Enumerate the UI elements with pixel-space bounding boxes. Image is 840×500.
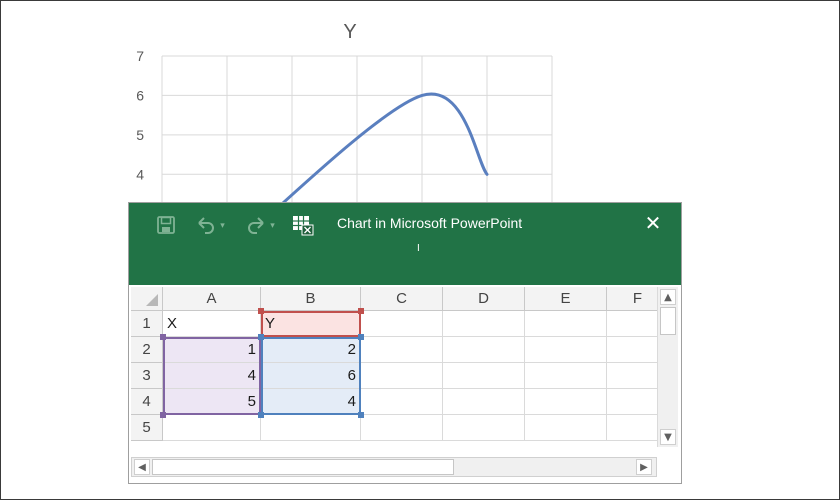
scroll-right-button[interactable]: ▶: [636, 459, 652, 475]
edit-data-in-excel-icon: [293, 216, 314, 236]
row-header-2[interactable]: 2: [131, 337, 163, 363]
y-tick-label: 6: [136, 87, 144, 103]
y-tick-label: 5: [136, 127, 144, 143]
vertical-scrollbar[interactable]: ▲ ▼: [657, 287, 678, 447]
undo-button[interactable]: ▾: [191, 213, 229, 237]
close-button[interactable]: ✕: [641, 211, 665, 235]
spreadsheet-grid[interactable]: ABCDEF1XY2123464545: [131, 287, 669, 447]
horizontal-scroll-thumb[interactable]: [152, 459, 454, 475]
cell-a4[interactable]: 5: [163, 389, 261, 415]
cell-b4[interactable]: 4: [261, 389, 361, 415]
redo-dropdown-icon[interactable]: ▾: [270, 220, 275, 231]
plot-gridlines: [161, 55, 553, 210]
column-header-c[interactable]: C: [361, 287, 443, 311]
cell-a3[interactable]: 4: [163, 363, 261, 389]
redo-button[interactable]: ▾: [241, 213, 279, 237]
column-header-b[interactable]: B: [261, 287, 361, 311]
cell-a5[interactable]: [163, 415, 261, 441]
vertical-scroll-thumb[interactable]: [660, 307, 676, 335]
scroll-left-button[interactable]: ◀: [134, 459, 150, 475]
cell-d1[interactable]: [443, 311, 525, 337]
range-resize-handle[interactable]: [358, 334, 364, 340]
range-resize-handle[interactable]: [258, 412, 264, 418]
select-all-icon: [146, 294, 158, 306]
column-header-a[interactable]: A: [163, 287, 261, 311]
y-axis-ticks: 4 5 6 7: [136, 48, 144, 182]
cell-a1[interactable]: X: [163, 311, 261, 337]
range-resize-handle[interactable]: [258, 334, 264, 340]
cell-b1[interactable]: Y: [261, 311, 361, 337]
cell-c4[interactable]: [361, 389, 443, 415]
column-header-d[interactable]: D: [443, 287, 525, 311]
select-all-corner[interactable]: [131, 287, 163, 311]
cell-e5[interactable]: [525, 415, 607, 441]
cell-c2[interactable]: [361, 337, 443, 363]
cell-e3[interactable]: [525, 363, 607, 389]
edit-data-in-excel-button[interactable]: [291, 213, 315, 237]
cell-e1[interactable]: [525, 311, 607, 337]
cell-e4[interactable]: [525, 389, 607, 415]
undo-icon: [198, 217, 215, 234]
horizontal-scrollbar[interactable]: ◀ ▶: [131, 457, 657, 477]
cell-b3[interactable]: 6: [261, 363, 361, 389]
row-header-5[interactable]: 5: [131, 415, 163, 441]
cell-c5[interactable]: [361, 415, 443, 441]
redo-icon: [248, 217, 264, 234]
scroll-down-button[interactable]: ▼: [660, 429, 676, 445]
range-resize-handle[interactable]: [258, 308, 264, 314]
cell-d5[interactable]: [443, 415, 525, 441]
cell-e2[interactable]: [525, 337, 607, 363]
cell-b5[interactable]: [261, 415, 361, 441]
save-icon: [157, 216, 175, 234]
undo-dropdown-icon[interactable]: ▾: [220, 220, 225, 231]
range-resize-handle[interactable]: [358, 412, 364, 418]
cell-d2[interactable]: [443, 337, 525, 363]
y-tick-label: 4: [136, 166, 144, 182]
chart-data-window: ▾ ▾ Chart in Microsoft PowerPoint I ✕ A …: [128, 202, 682, 484]
row-header-4[interactable]: 4: [131, 389, 163, 415]
chart-title: Y: [343, 21, 356, 43]
range-resize-handle[interactable]: [358, 308, 364, 314]
cell-c1[interactable]: [361, 311, 443, 337]
cell-a2[interactable]: 1: [163, 337, 261, 363]
close-icon: ✕: [644, 211, 662, 235]
range-resize-handle[interactable]: [160, 334, 166, 340]
window-titlebar: ▾ ▾ Chart in Microsoft PowerPoint I ✕: [129, 203, 681, 285]
scroll-up-button[interactable]: ▲: [660, 289, 676, 305]
row-header-1[interactable]: 1: [131, 311, 163, 337]
y-tick-label: 7: [136, 48, 144, 64]
cell-d4[interactable]: [443, 389, 525, 415]
cell-b2[interactable]: 2: [261, 337, 361, 363]
range-resize-handle[interactable]: [160, 412, 166, 418]
row-header-3[interactable]: 3: [131, 363, 163, 389]
cell-d3[interactable]: [443, 363, 525, 389]
cell-c3[interactable]: [361, 363, 443, 389]
text-cursor: I: [417, 243, 420, 254]
save-button[interactable]: [155, 213, 177, 237]
window-title: Chart in Microsoft PowerPoint: [337, 215, 523, 231]
line-chart[interactable]: Y 4 5 6 7: [120, 10, 580, 210]
column-header-e[interactable]: E: [525, 287, 607, 311]
